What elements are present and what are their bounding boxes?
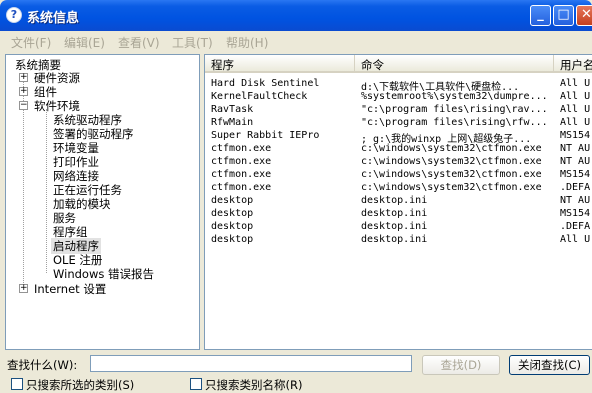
cell-program: ctfmon.exe [211,156,272,167]
cell-command: desktop.ini [361,195,428,206]
cell-program: desktop [211,234,254,245]
cell-username: All U [560,234,591,245]
cell-program: ctfmon.exe [211,143,272,154]
cell-program: desktop [211,195,254,206]
search-category-names-checkbox[interactable] [190,378,202,390]
table-row[interactable]: ctfmon.exe c:\windows\system32\ctfmon.exe… [205,182,592,195]
maximize-button[interactable]: □ [553,5,574,26]
column-header-program[interactable]: 程序 [205,55,355,73]
table-row[interactable]: RavTask "c:\program files\rising\rav... Al… [205,104,592,117]
cell-command: "c:\program files\rising\rfw... [361,117,548,128]
table-row[interactable]: desktop desktop.ini NT AU [205,195,592,208]
cell-program: ctfmon.exe [211,169,272,180]
tree-guide-line [46,109,47,273]
find-label: 查找什么(W): [7,358,78,372]
table-row[interactable]: Super Rabbit IEPro; g:\我的winxp 上网\超级兔子..… [205,130,592,145]
cell-username: All U [560,117,591,128]
cell-program: desktop [211,221,254,232]
table-row[interactable]: desktop desktop.ini .DEFA [205,221,592,234]
table-row[interactable]: ctfmon.exe c:\windows\system32\ctfmon.exe… [205,143,592,156]
cell-program: RavTask [211,104,254,115]
cell-program: desktop [211,208,254,219]
menu-view[interactable]: 查看(V) [118,34,160,51]
minimize-button[interactable]: _ [530,5,551,26]
cell-command: desktop.ini [361,234,428,245]
table-row[interactable]: ctfmon.exe c:\windows\system32\ctfmon.exe… [205,169,592,182]
system-info-icon: ? [6,7,22,23]
table-row[interactable]: ctfmon.exe c:\windows\system32\ctfmon.exe… [205,156,592,169]
table-row[interactable]: RfwMain "c:\program files\rising\rfw... Al… [205,117,592,130]
column-header-command[interactable]: 命令 [355,55,554,73]
expand-icon[interactable]: + [19,284,28,293]
cell-program: KernelFaultCheck [211,91,308,102]
cell-command: c:\windows\system32\ctfmon.exe [361,156,542,167]
cell-username: NT AU [560,195,591,206]
cell-command: c:\windows\system32\ctfmon.exe [361,182,542,193]
cell-username: .DEFA [560,182,591,193]
cell-command: desktop.ini [361,221,428,232]
menu-file[interactable]: 文件(F) [11,34,51,51]
expand-icon[interactable]: + [19,73,28,82]
category-tree[interactable]: 系统摘要 + 硬件资源 + 组件 − 软件环境 系统驱动程序 签署的驱动程序 环… [5,54,200,350]
cell-username: All U [560,104,591,115]
menu-tools[interactable]: 工具(T) [172,34,213,51]
cell-username: NT AU [560,156,591,167]
cell-username: MS154 [560,169,591,180]
window-title: 系统信息 [27,11,80,26]
search-selected-category-label: 只搜索所选的类别(S) [26,378,135,392]
menu-bar: 文件(F) 编辑(E) 查看(V) 工具(T) 帮助(H) [0,31,592,51]
details-list[interactable]: 程序 命令 用户名 Hard Disk Sentinel d:\下载软件\工具软件… [204,54,592,350]
table-row[interactable]: Hard Disk Sentinel d:\下载软件\工具软件\硬盘检... All… [205,78,592,93]
table-row[interactable]: KernelFaultCheck %systemroot%\system32\du… [205,91,592,104]
cell-username: .DEFA [560,221,591,232]
cell-username: MS154 [560,208,591,219]
column-header-username[interactable]: 用户名 [554,55,592,73]
close-find-button[interactable]: 关闭查找(C) [509,355,590,375]
find-input[interactable] [90,355,412,372]
search-category-names-label: 只搜索类别名称(R) [205,378,303,392]
cell-command: "c:\program files\rising\rav... [361,104,548,115]
title-bar: ? 系统信息 _ □ ✕ [0,0,592,31]
cell-command: desktop.ini [361,208,428,219]
find-button[interactable]: 查找(D) [422,355,500,375]
cell-username: All U [560,91,591,102]
tree-child-windows-error-reporting[interactable]: Windows 错误报告 [53,266,154,282]
cell-command: %systemroot%\system32\dumpre... [361,91,548,102]
table-row[interactable]: desktop desktop.ini All U [205,234,592,247]
cell-username: MS154 [560,130,591,141]
cell-program: Super Rabbit IEPro [211,130,320,141]
close-button[interactable]: ✕ [576,5,592,26]
expand-icon[interactable]: + [19,87,28,96]
search-selected-category-checkbox[interactable] [11,378,23,390]
menu-help[interactable]: 帮助(H) [226,34,268,51]
table-row[interactable]: desktop desktop.ini MS154 [205,208,592,221]
cell-command: c:\windows\system32\ctfmon.exe [361,169,542,180]
cell-command: c:\windows\system32\ctfmon.exe [361,143,542,154]
tree-item-internet-settings[interactable]: Internet 设置 [34,281,106,297]
cell-program: Hard Disk Sentinel [211,78,320,89]
cell-program: RfwMain [211,117,254,128]
menu-edit[interactable]: 编辑(E) [64,34,105,51]
cell-username: All U [560,78,591,89]
collapse-icon[interactable]: − [19,101,28,110]
cell-username: NT AU [560,143,591,154]
cell-program: ctfmon.exe [211,182,272,193]
